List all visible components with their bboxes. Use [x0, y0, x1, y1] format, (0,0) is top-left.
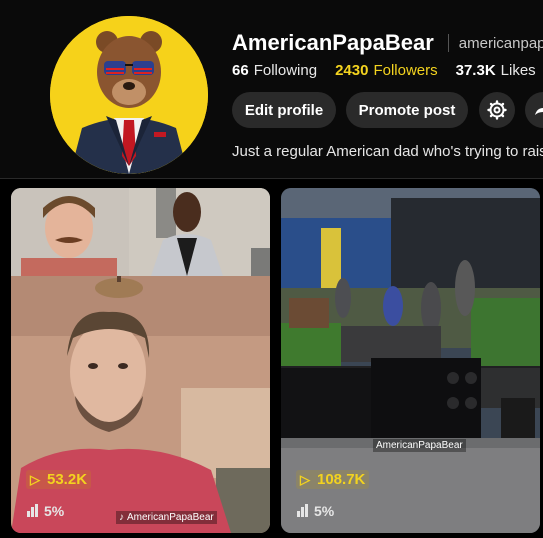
header-divider	[0, 178, 543, 179]
video-watermark: AmericanPapaBear	[373, 439, 466, 452]
view-count-text: 108.7K	[317, 471, 366, 488]
percent-stat: 5%	[27, 503, 64, 519]
likes-count: 37.3K	[455, 62, 496, 79]
bear-avatar-illustration	[50, 16, 208, 174]
profile-header: AmericanPapaBear americanpapa 66 Followi…	[0, 0, 543, 178]
following-count: 66	[232, 62, 249, 79]
promote-post-button[interactable]: Promote post	[346, 92, 468, 128]
name-row: AmericanPapaBear americanpapa	[232, 30, 543, 56]
username-handle: americanpapa	[458, 34, 543, 52]
share-button[interactable]	[525, 92, 543, 128]
likes-label: Likes	[500, 62, 536, 79]
percent-text: 5%	[314, 503, 335, 519]
likes-stat: 37.3K Likes	[456, 62, 536, 79]
display-name: AmericanPapaBear	[232, 30, 434, 55]
profile-avatar[interactable]	[50, 16, 208, 174]
settings-button[interactable]	[479, 92, 515, 128]
share-icon	[535, 105, 543, 115]
gear-icon	[487, 100, 507, 120]
view-count: ▷ 53.2K	[26, 470, 92, 489]
following-stat[interactable]: 66 Following	[232, 62, 317, 79]
edit-profile-button[interactable]: Edit profile	[232, 92, 336, 128]
view-count-text: 53.2K	[47, 471, 88, 488]
video-card[interactable]: ▷ 53.2K 5% ♪ AmericanPapaBear	[11, 188, 270, 533]
profile-bio: Just a regular American dad who's trying…	[232, 143, 543, 160]
video-card[interactable]: AmericanPapaBear ▷ 108.7K 5%	[281, 188, 540, 533]
video-watermark: ♪ AmericanPapaBear	[116, 511, 217, 524]
followers-count: 2430	[335, 62, 369, 79]
percent-text: 5%	[44, 503, 65, 519]
followers-label: Followers	[373, 62, 438, 79]
name-divider	[447, 34, 449, 52]
play-icon: ▷	[300, 471, 310, 487]
followers-stat[interactable]: 2430 Followers	[335, 62, 438, 79]
play-icon: ▷	[30, 471, 40, 487]
percent-stat: 5%	[297, 503, 334, 519]
bar-chart-icon	[27, 504, 39, 517]
tiktok-logo-icon: ♪	[119, 512, 124, 523]
following-label: Following	[253, 62, 318, 79]
profile-stats: 66 Following 2430 Followers 37.3K Likes	[232, 62, 543, 79]
watermark-text: AmericanPapaBear	[376, 440, 463, 451]
bar-chart-icon	[297, 504, 309, 517]
view-count: ▷ 108.7K	[296, 470, 370, 489]
watermark-text: AmericanPapaBear	[127, 512, 214, 523]
